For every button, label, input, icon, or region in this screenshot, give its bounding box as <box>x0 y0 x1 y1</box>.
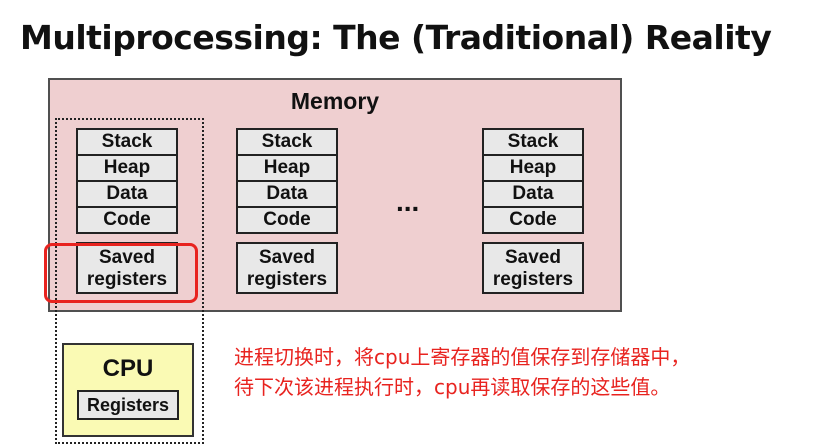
annotation-line-2: 待下次该进程执行时，cpu再读取保存的这些值。 <box>234 375 671 399</box>
saved-registers-line1: Saved <box>505 247 561 268</box>
heap-segment: Heap <box>482 154 584 182</box>
saved-registers-highlight <box>44 243 198 303</box>
code-segment: Code <box>482 206 584 234</box>
saved-registers: Saved registers <box>236 242 338 294</box>
stack-segment: Stack <box>482 128 584 156</box>
cpu-box: CPU Registers <box>62 343 194 437</box>
cpu-registers: Registers <box>77 390 179 420</box>
heap-segment: Heap <box>236 154 338 182</box>
code-segment: Code <box>236 206 338 234</box>
saved-registers-line2: registers <box>246 269 328 290</box>
ellipsis: ... <box>396 186 420 217</box>
cpu-label: CPU <box>102 355 154 382</box>
annotation-line-1: 进程切换时，将cpu上寄存器的值保存到存储器中， <box>234 345 691 369</box>
saved-registers-line2: registers <box>492 269 574 290</box>
process-3: Stack Heap Data Code Saved registers <box>482 128 584 294</box>
annotation-text: 进程切换时，将cpu上寄存器的值保存到存储器中， 待下次该进程执行时，cpu再读… <box>234 342 819 402</box>
stack-segment: Stack <box>236 128 338 156</box>
slide-title: Multiprocessing: The (Traditional) Reali… <box>20 18 772 57</box>
data-segment: Data <box>236 180 338 208</box>
saved-registers-line1: Saved <box>259 247 315 268</box>
process-2: Stack Heap Data Code Saved registers <box>236 128 338 294</box>
data-segment: Data <box>482 180 584 208</box>
saved-registers: Saved registers <box>482 242 584 294</box>
memory-label: Memory <box>290 88 380 114</box>
